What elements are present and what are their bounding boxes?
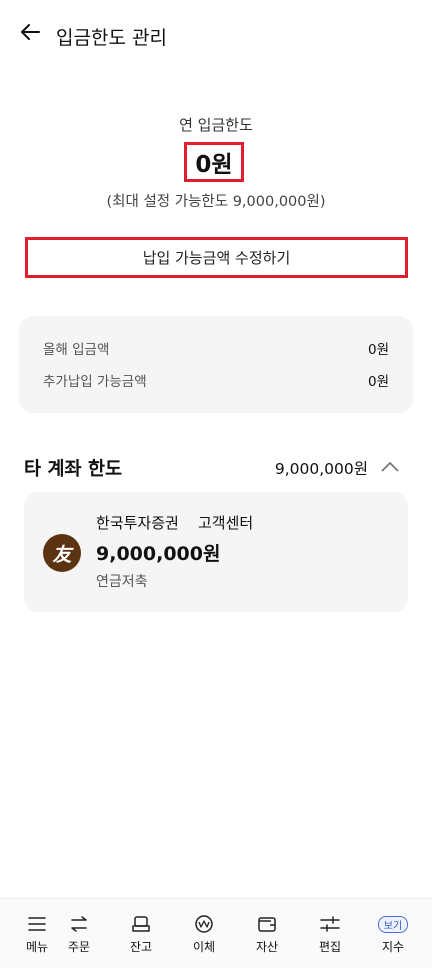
menu-icon: [24, 913, 50, 935]
page-title: 입금한도 관리: [56, 27, 167, 49]
nav-item-menu[interactable]: 메뉴: [24, 913, 50, 959]
back-button[interactable]: [16, 20, 44, 48]
bottom-nav: 메뉴 주문 잔고 이체 자산 편집 보기 지수: [0, 898, 432, 968]
nav-item-order[interactable]: 주문: [66, 913, 92, 959]
nav-item-assets[interactable]: 자산: [254, 913, 280, 959]
firm-logo: 友: [43, 534, 81, 572]
customer-center-link[interactable]: 고객센터: [198, 512, 253, 533]
summary-row-label: 올해 입금액: [43, 342, 110, 358]
chevron-up-icon: [381, 457, 399, 476]
sliders-icon: [317, 913, 343, 935]
nav-label: 메뉴: [25, 940, 49, 954]
account-card[interactable]: 友 한국투자증권 고객센터 9,000,000원 연금저축: [24, 492, 408, 612]
summary-row-deposited: 올해 입금액 0원: [43, 337, 389, 359]
collapse-toggle[interactable]: [378, 456, 402, 476]
firm-name: 한국투자증권: [96, 514, 179, 532]
nav-label: 이체: [192, 940, 216, 954]
nav-label: 주문: [67, 940, 91, 954]
nav-label: 편집: [318, 940, 342, 954]
nav-item-transfer[interactable]: 이체: [191, 913, 217, 959]
nav-label: 자산: [255, 940, 279, 954]
other-accounts-total: 9,000,000원: [274, 460, 368, 478]
nav-item-edit[interactable]: 편집: [317, 913, 343, 959]
arrow-left-icon: [19, 23, 41, 45]
summary-row-label: 추가납입 가능금액: [43, 374, 147, 390]
summary-row-value: 0원: [367, 342, 389, 358]
nav-item-balance[interactable]: 잔고: [128, 913, 154, 959]
transfer-won-icon: [191, 913, 217, 935]
summary-row-value: 0원: [367, 374, 389, 390]
other-accounts-title: 타 계좌 한도: [24, 459, 122, 480]
annual-limit-label: 연 입금한도: [179, 116, 253, 134]
nav-item-index[interactable]: 보기 지수: [378, 913, 408, 959]
nav-label: 잔고: [129, 940, 153, 954]
wallet-icon: [254, 913, 280, 935]
nav-label: 지수: [381, 940, 405, 954]
balance-tray-icon: [128, 913, 154, 935]
max-limit-note: (최대 설정 가능한도 9,000,000원): [106, 194, 326, 210]
app-header: 입금한도 관리: [0, 0, 432, 72]
view-badge: 보기: [378, 916, 408, 933]
summary-row-additional: 추가납입 가능금액 0원: [43, 369, 389, 391]
swap-arrows-icon: [66, 913, 92, 935]
annual-limit-value: 0원: [184, 142, 244, 182]
account-type: 연금저축: [96, 574, 148, 590]
account-limit-amount: 9,000,000원: [96, 543, 221, 565]
summary-card: 올해 입금액 0원 추가납입 가능금액 0원: [19, 316, 413, 413]
edit-payable-amount-button[interactable]: 납입 가능금액 수정하기: [25, 237, 408, 278]
